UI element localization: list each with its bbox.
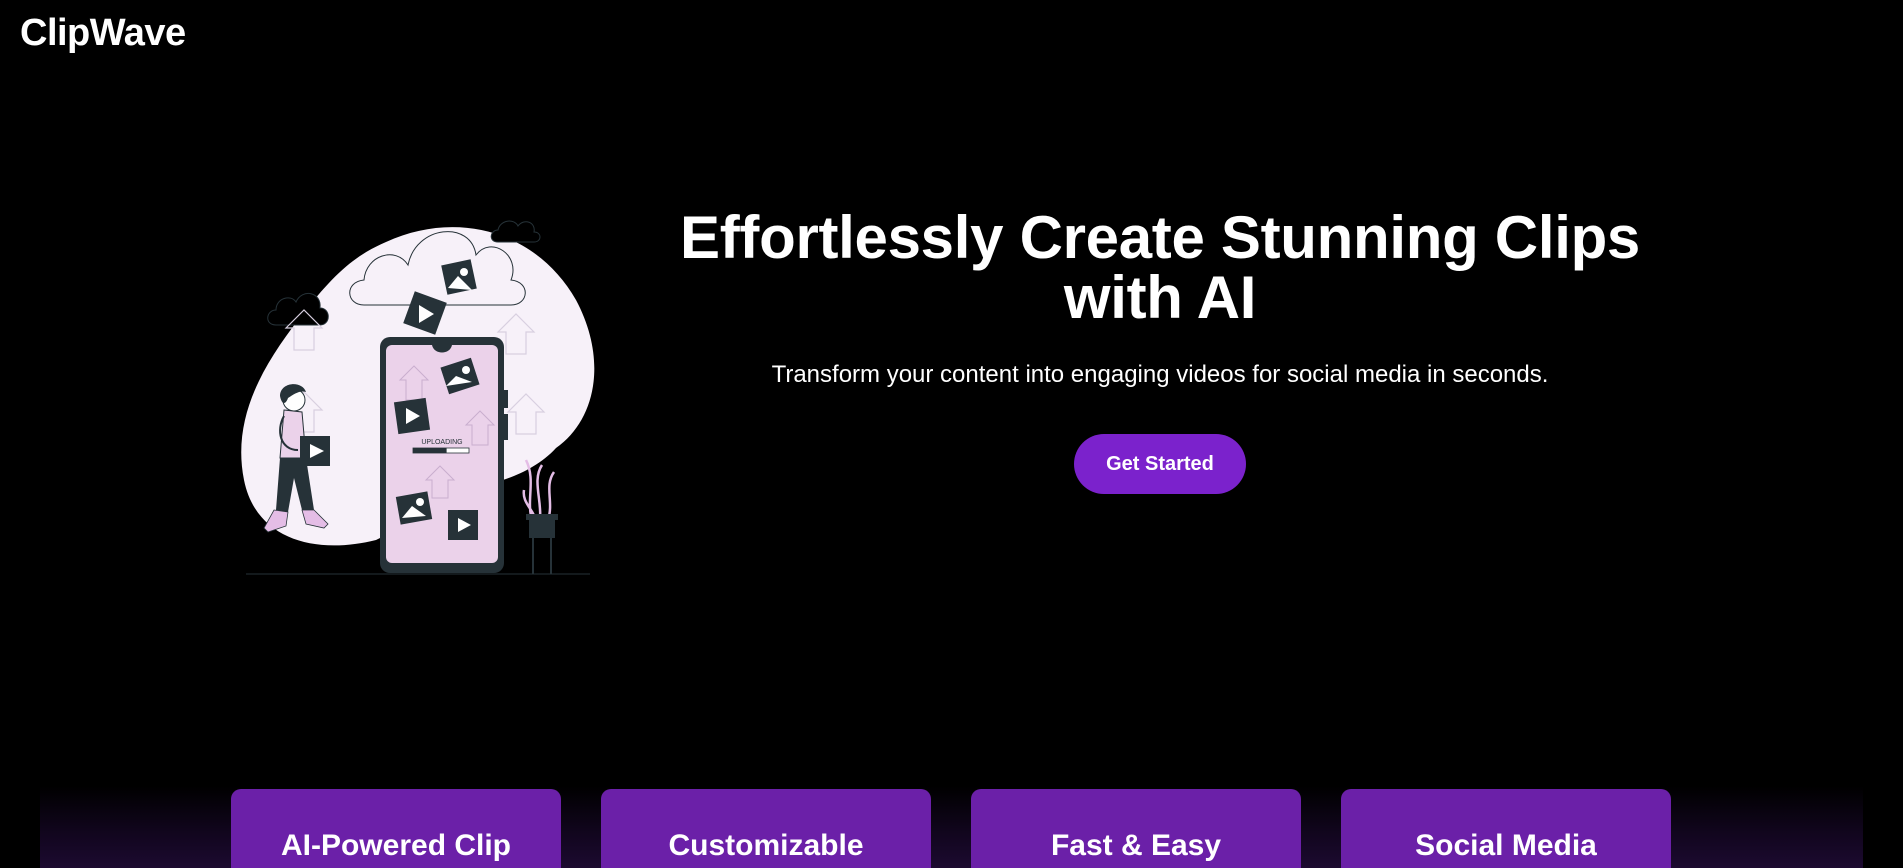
feature-title: Customizable	[668, 829, 864, 862]
hero-title: Effortlessly Create Stunning Clips with …	[680, 204, 1640, 331]
feature-card-ai-powered-clip[interactable]: AI-Powered Clip	[231, 789, 561, 868]
feature-card-customizable[interactable]: Customizable	[601, 789, 931, 868]
hero-subtitle: Transform your content into engaging vid…	[771, 361, 1549, 388]
uploading-label: UPLOADING	[421, 439, 462, 446]
logo[interactable]: ClipWave	[20, 12, 186, 55]
feature-title: AI-Powered Clip	[280, 829, 512, 862]
feature-title: Fast & Easy	[1050, 829, 1222, 862]
feature-title: Social Media	[1415, 829, 1597, 862]
upload-illustration: UPLOADING	[241, 220, 595, 575]
feature-card-social-media[interactable]: Social Media	[1341, 789, 1671, 868]
image-tile-icon	[441, 259, 477, 295]
landing-page: ClipWave UPLOADING Effortlessly Create S…	[0, 0, 1903, 868]
feature-card-fast-easy[interactable]: Fast & Easy	[971, 789, 1301, 868]
plant-icon	[522, 459, 558, 574]
upload-progress-fill	[413, 448, 447, 453]
hero-section: Effortlessly Create Stunning Clips with …	[620, 208, 1700, 494]
phone-icon: UPLOADING	[380, 337, 508, 573]
get-started-button[interactable]: Get Started	[1074, 434, 1246, 494]
hero-illustration: UPLOADING	[236, 210, 600, 580]
